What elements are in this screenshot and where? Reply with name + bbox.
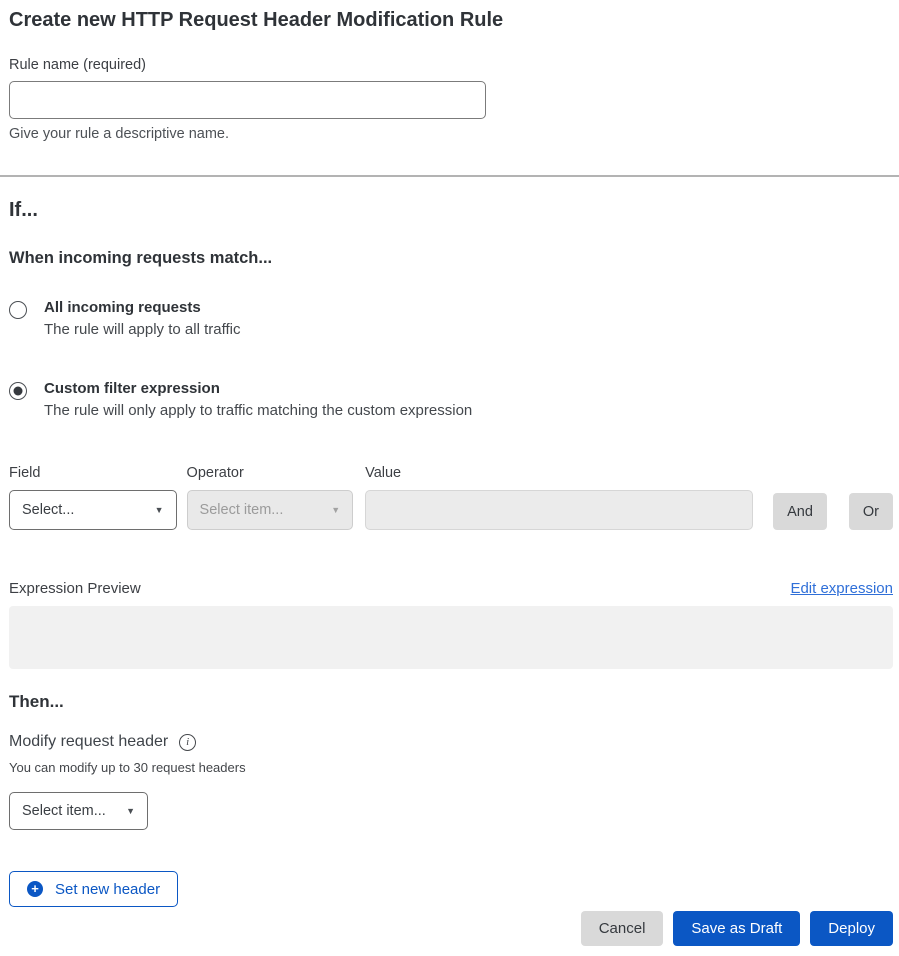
radio-description: The rule will only apply to traffic matc… — [44, 402, 472, 419]
footer-actions: Cancel Save as Draft Deploy — [9, 911, 893, 946]
radio-option-custom-expression[interactable]: Custom filter expression The rule will o… — [9, 380, 893, 419]
and-button[interactable]: And — [773, 493, 827, 530]
value-input — [365, 490, 753, 530]
info-icon[interactable]: i — [179, 734, 196, 751]
operator-select-value: Select item... — [200, 502, 284, 518]
operator-select: Select item... ▼ — [187, 490, 354, 530]
modify-header-helper: You can modify up to 30 request headers — [9, 760, 893, 775]
rule-name-label: Rule name (required) — [9, 57, 893, 73]
rule-name-helper: Give your rule a descriptive name. — [9, 126, 893, 142]
radio-label: Custom filter expression — [44, 380, 472, 397]
chevron-down-icon: ▼ — [149, 505, 164, 515]
radio-label: All incoming requests — [44, 299, 240, 316]
field-select[interactable]: Select... ▼ — [9, 490, 177, 530]
set-new-header-button[interactable]: + Set new header — [9, 871, 178, 907]
when-subheading: When incoming requests match... — [9, 222, 893, 268]
expression-builder-row: Field Select... ▼ Operator Select item..… — [9, 465, 893, 530]
rule-name-input[interactable] — [9, 81, 486, 119]
expression-preview-label: Expression Preview — [9, 580, 141, 597]
or-button[interactable]: Or — [849, 493, 893, 530]
radio-selected-icon[interactable] — [9, 382, 27, 400]
value-label: Value — [365, 465, 753, 481]
field-select-value: Select... — [22, 502, 74, 518]
save-as-draft-button[interactable]: Save as Draft — [673, 911, 800, 946]
set-new-header-label: Set new header — [55, 881, 160, 898]
header-action-select-value: Select item... — [22, 803, 106, 819]
modify-header-row: Modify request header i — [9, 733, 893, 751]
page-title: Create new HTTP Request Header Modificat… — [9, 0, 893, 32]
deploy-button[interactable]: Deploy — [810, 911, 893, 946]
field-label: Field — [9, 465, 177, 481]
edit-expression-link[interactable]: Edit expression — [790, 580, 893, 597]
create-rule-page: Create new HTTP Request Header Modificat… — [0, 0, 899, 946]
operator-label: Operator — [187, 465, 354, 481]
if-heading: If... — [9, 177, 893, 222]
radio-description: The rule will apply to all traffic — [44, 321, 240, 338]
chevron-down-icon: ▼ — [120, 806, 135, 816]
header-action-select[interactable]: Select item... ▼ — [9, 792, 148, 830]
modify-request-header-label: Modify request header — [9, 733, 168, 751]
chevron-down-icon: ▼ — [325, 505, 340, 515]
expression-preview-header: Expression Preview Edit expression — [9, 580, 893, 597]
cancel-button[interactable]: Cancel — [581, 911, 664, 946]
radio-option-all-incoming[interactable]: All incoming requests The rule will appl… — [9, 299, 893, 338]
radio-unselected-icon[interactable] — [9, 301, 27, 319]
expression-preview-box — [9, 606, 893, 669]
then-heading: Then... — [9, 669, 893, 712]
plus-icon: + — [27, 881, 43, 897]
